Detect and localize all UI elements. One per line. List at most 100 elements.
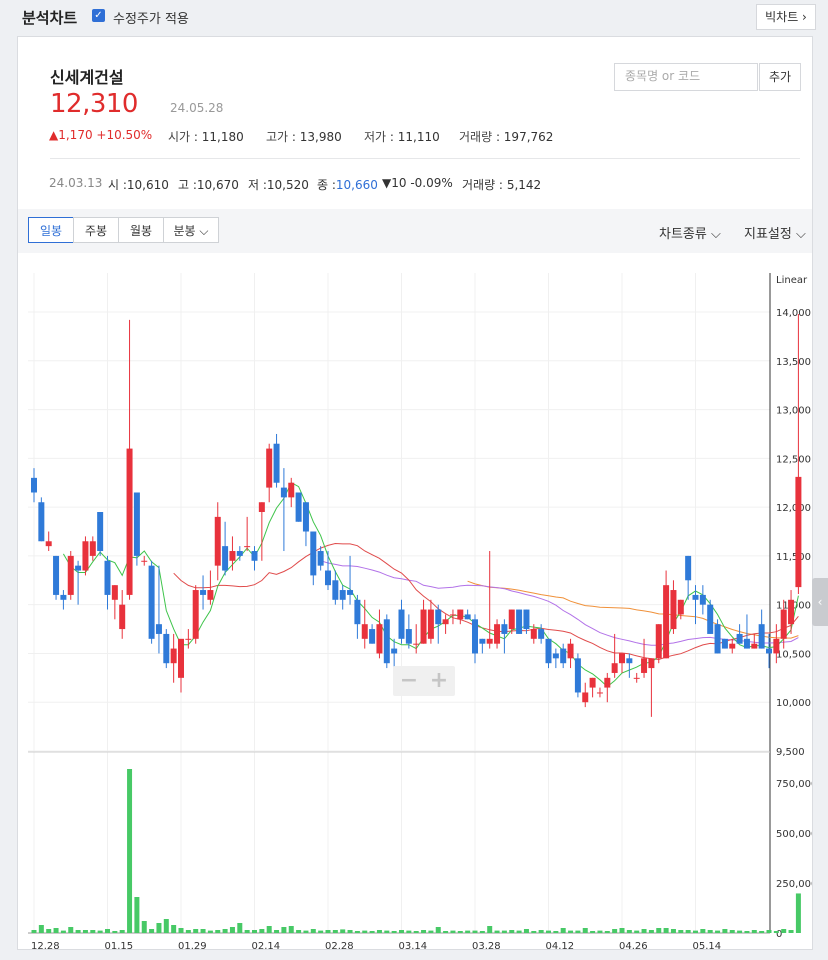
top-bar: 분석차트 ✓ 수정주가 적용 빅차트 ›: [0, 0, 828, 34]
volume-bar: [281, 927, 287, 933]
price-tick-label: 9,500: [776, 747, 805, 758]
volume-bar: [244, 930, 250, 933]
volume-bar: [362, 930, 368, 933]
candle-body: [766, 648, 772, 654]
side-panel-handle[interactable]: ‹: [812, 578, 828, 626]
volume-bar: [399, 930, 404, 933]
volume-bar: [163, 919, 169, 933]
tab-monthly[interactable]: 월봉: [118, 217, 164, 243]
candle-body: [31, 477, 37, 493]
stock-search-input[interactable]: [615, 64, 755, 88]
candle-body: [633, 677, 640, 679]
volume-bar: [215, 930, 221, 933]
candlestick-chart[interactable]: 14,00013,50013,00012,50012,00011,50011,0…: [18, 253, 812, 949]
indicator-settings-dropdown[interactable]: 지표설정 ⌵: [744, 223, 806, 242]
candle-body: [273, 443, 280, 483]
candle-body: [251, 551, 258, 561]
candle-body: [464, 614, 471, 620]
candle-body: [788, 599, 795, 625]
candle-body: [420, 609, 427, 644]
volume-bar: [457, 931, 463, 933]
candle-body: [60, 594, 67, 600]
low-label: 저가: [364, 130, 387, 144]
hover-close-value: 10,660: [335, 178, 378, 192]
candle-body: [773, 638, 780, 654]
volume-bar: [501, 930, 507, 933]
candle-body: [589, 677, 596, 688]
divider: [50, 158, 800, 159]
volume-bar: [751, 930, 757, 933]
volume-bar: [222, 929, 228, 933]
volume-bar: [53, 928, 59, 933]
volume-bar: [737, 930, 743, 933]
volume-bar: [38, 925, 44, 933]
add-stock-button[interactable]: 추가: [759, 63, 801, 91]
adjusted-price-checkbox[interactable]: ✓: [92, 9, 105, 22]
candle-body: [611, 663, 618, 673]
volume-bar: [252, 930, 257, 933]
zoom-out-button[interactable]: −: [394, 667, 424, 695]
price-tick-label: 13,000: [776, 406, 811, 417]
volume-bar: [553, 931, 559, 933]
hover-high-value: 10,670: [196, 178, 239, 192]
open-value: 11,180: [201, 130, 244, 144]
tab-daily[interactable]: 일봉: [28, 217, 74, 243]
tab-minute[interactable]: 분봉 ⌵: [163, 217, 219, 243]
candle-body: [53, 555, 60, 595]
current-price: 12,310: [50, 89, 138, 119]
chart-type-dropdown[interactable]: 차트종류 ⌵: [659, 223, 721, 242]
candle-body: [516, 609, 523, 634]
date-tick-label: 03.28: [472, 941, 501, 949]
candle-body: [361, 624, 368, 639]
candle-body: [258, 502, 265, 512]
volume-bar: [604, 931, 610, 933]
candle-body: [155, 624, 162, 634]
candle-body: [229, 551, 236, 561]
zoom-in-button[interactable]: +: [424, 667, 454, 695]
candle-body: [648, 658, 655, 669]
candle-body: [567, 643, 574, 659]
low-stat: 저가 : 11,110: [364, 130, 440, 144]
volume-bar: [744, 931, 750, 933]
candle-body: [295, 492, 302, 522]
candle-body: [67, 555, 74, 595]
volume-bar: [296, 930, 302, 933]
volume-bar: [531, 931, 537, 933]
candle-body: [369, 629, 376, 644]
chart-toolbar: 일봉 주봉 월봉 분봉 ⌵ 차트종류 ⌵ 지표설정 ⌵: [18, 209, 812, 253]
candle-body: [663, 585, 670, 659]
volume-bar: [369, 931, 375, 933]
adjusted-price-label[interactable]: 수정주가 적용: [113, 8, 189, 27]
candle-body: [486, 638, 493, 644]
candle-body: [427, 609, 434, 639]
candle-body: [310, 531, 317, 576]
volume-tick-label: 250,000: [776, 879, 812, 890]
zoom-controls: − +: [393, 666, 455, 696]
volume-bar: [766, 930, 772, 933]
hover-high: 고 :10,670: [178, 176, 239, 193]
volume-bar: [479, 931, 485, 933]
volume-bar: [318, 930, 324, 933]
volume-bar: [656, 928, 662, 933]
volume-bar: [274, 930, 280, 933]
volume-bar: [237, 923, 243, 933]
price-tick-label: 11,500: [776, 552, 811, 563]
ma-60-line: [320, 560, 799, 646]
volume-bar: [693, 930, 698, 933]
volume-bar: [68, 927, 74, 933]
candle-body: [699, 594, 706, 605]
hover-open-value: 10,610: [126, 178, 169, 192]
date-tick-label: 03.14: [399, 941, 428, 949]
price-tick-label: 12,500: [776, 454, 811, 465]
volume-bar: [391, 931, 397, 933]
volume-bar: [487, 926, 493, 933]
big-chart-button[interactable]: 빅차트 ›: [756, 4, 816, 30]
hover-open: 시 :10,610: [108, 176, 169, 193]
candle-body: [280, 487, 287, 498]
candle-body: [339, 590, 346, 600]
volume-bar: [376, 930, 382, 933]
candle-body: [214, 516, 221, 566]
hover-volume-value: 5,142: [506, 178, 542, 192]
tab-weekly[interactable]: 주봉: [73, 217, 119, 243]
candle-body: [244, 546, 251, 548]
